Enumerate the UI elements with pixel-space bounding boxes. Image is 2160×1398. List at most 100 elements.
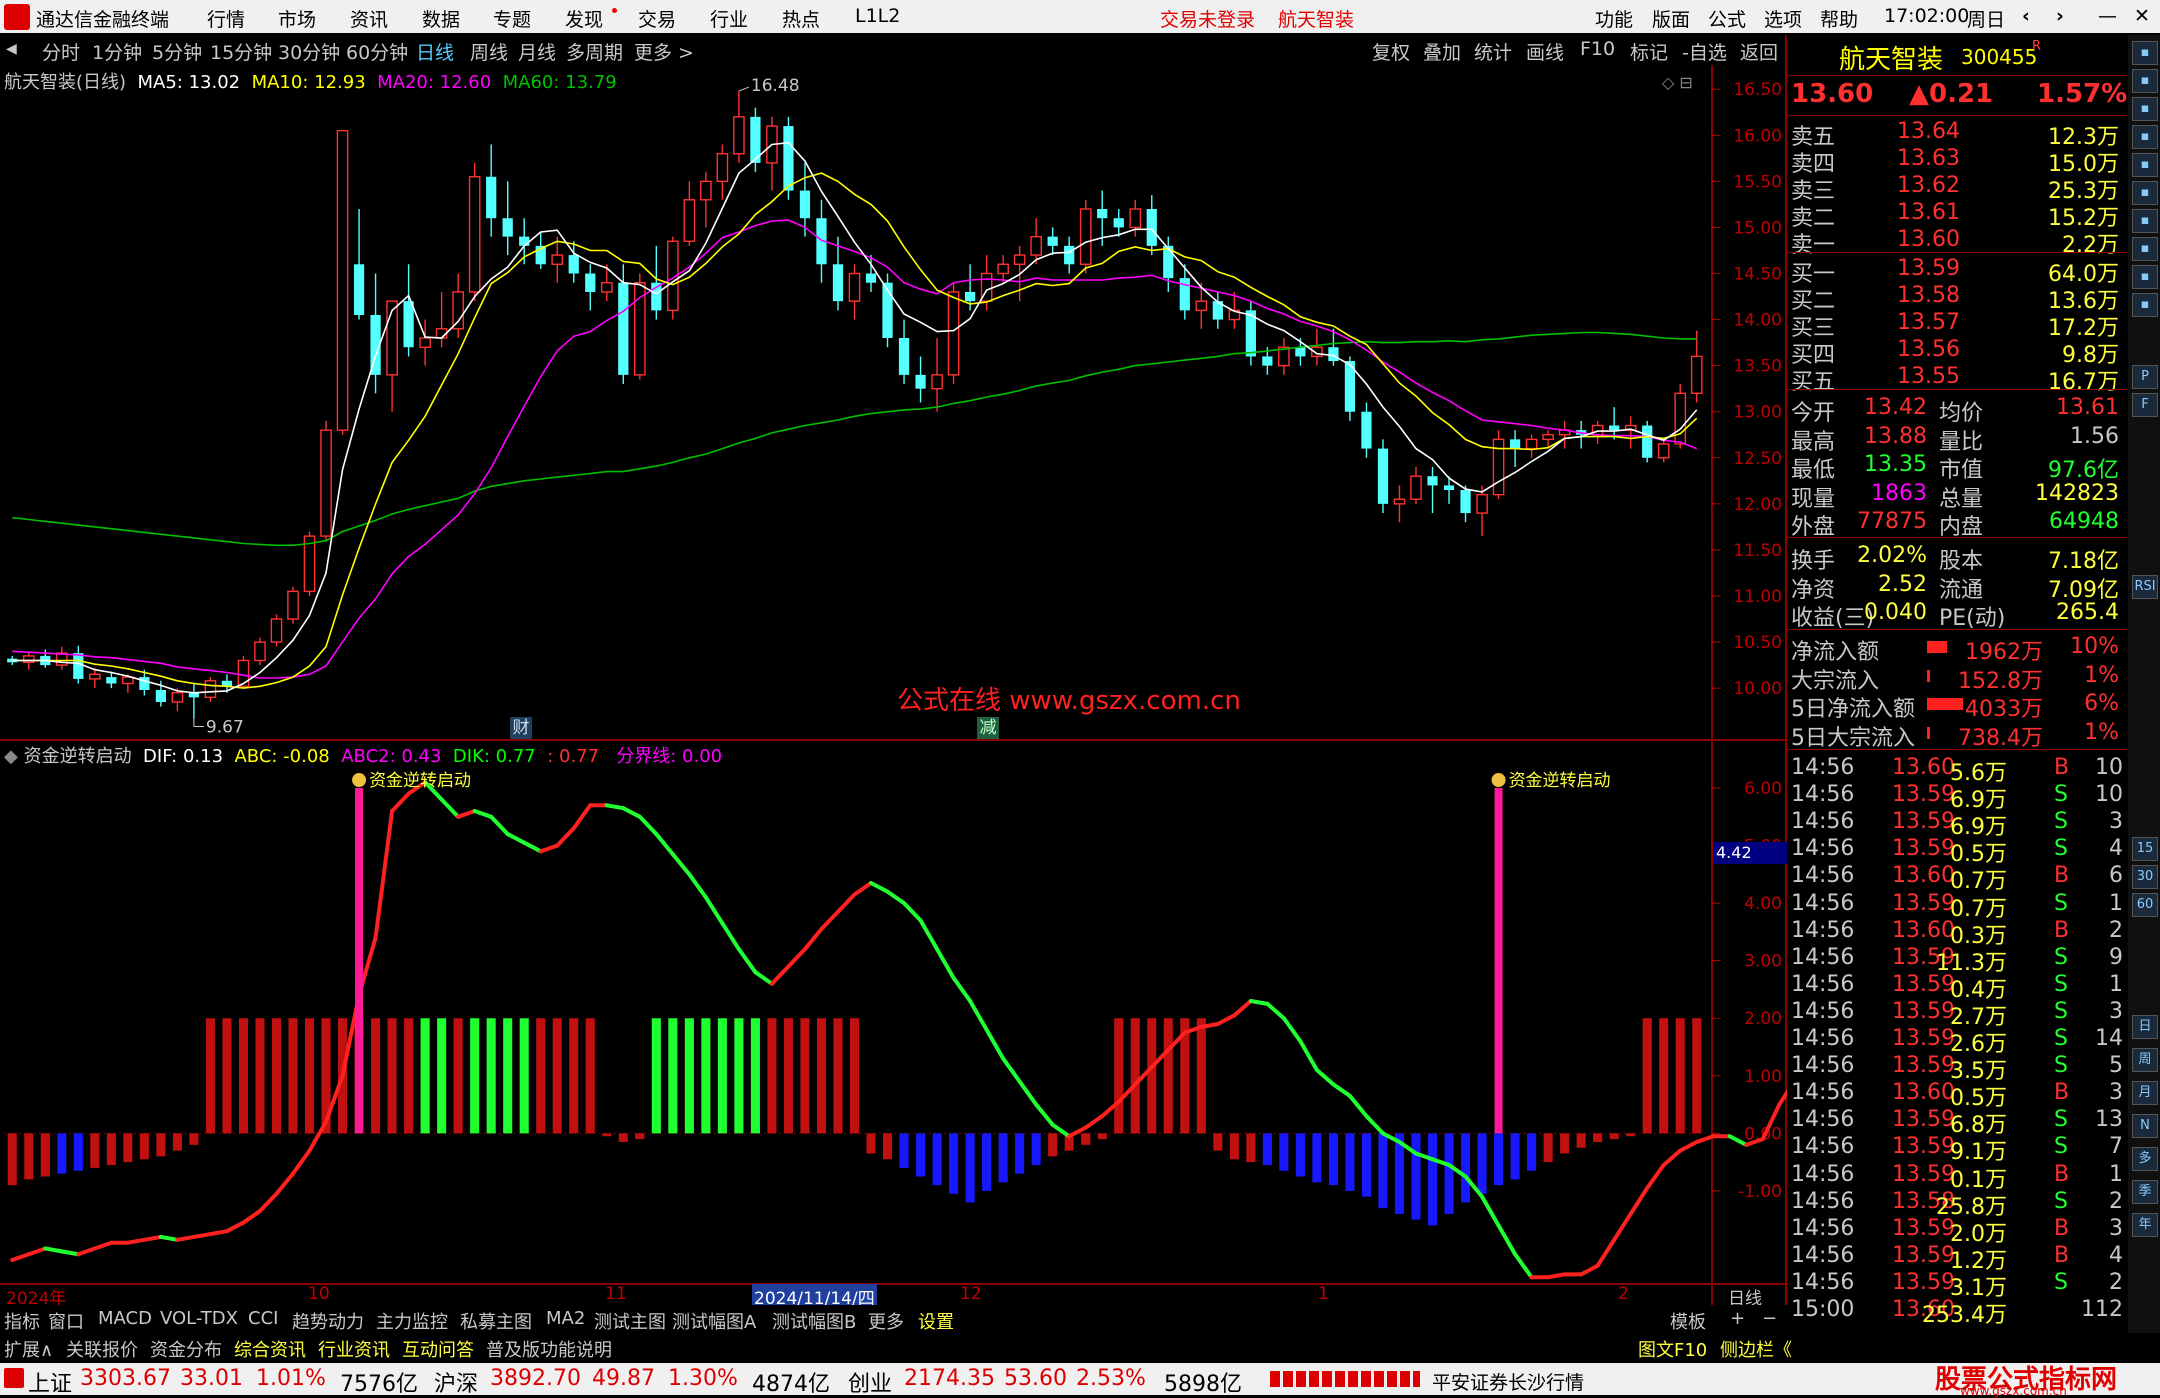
menu-banmian[interactable]: 版面 xyxy=(1652,5,1690,32)
tab-info-3[interactable]: 综合资讯 xyxy=(234,1336,306,1362)
close-icon[interactable]: ✕ xyxy=(2134,5,2150,27)
side-tool-icon[interactable]: ▪ xyxy=(2132,237,2158,261)
btn-tongji[interactable]: 统计 xyxy=(1474,38,1512,65)
date-1: 1 xyxy=(1318,1284,1329,1304)
menu-bangzhu[interactable]: 帮助 xyxy=(1820,5,1858,32)
tf-15min[interactable]: 15分钟 xyxy=(210,38,272,65)
tf-30min[interactable]: 30分钟 xyxy=(278,38,340,65)
tf-1min[interactable]: 1分钟 xyxy=(92,38,142,65)
sz-label[interactable]: 沪深 xyxy=(434,1366,478,1398)
side-tool-icon[interactable]: ▪ xyxy=(2132,265,2158,289)
side-icon-p[interactable]: P xyxy=(2132,365,2158,389)
chart-canvas[interactable]: 16.5016.0015.5015.0014.5014.0013.5013.00… xyxy=(0,65,1787,1305)
sh-label[interactable]: 上证 xyxy=(28,1366,72,1398)
btn-fuquan[interactable]: 复权 xyxy=(1372,38,1410,65)
tf-multi[interactable]: 多周期 xyxy=(566,38,623,65)
tab-indicator-1[interactable]: 窗口 xyxy=(48,1308,84,1334)
side-icon-30[interactable]: 30 xyxy=(2132,865,2158,889)
tab-indicator-13[interactable]: 设置 xyxy=(918,1308,954,1334)
side-icon-季[interactable]: 季 xyxy=(2132,1180,2158,1204)
collapse-icon[interactable]: ◀ xyxy=(6,41,17,57)
indicator-toggle-icon[interactable]: ◆ xyxy=(4,746,18,767)
tab-indicator-5[interactable]: 趋势动力 xyxy=(292,1308,364,1334)
nav-hangqing[interactable]: 行情 xyxy=(207,5,245,32)
nav-redian[interactable]: 热点 xyxy=(782,5,820,32)
nav-faxian[interactable]: 发现 xyxy=(565,5,603,32)
back-arrow-icon[interactable]: ‹ xyxy=(2022,5,2030,27)
event-tag-cai[interactable]: 财 xyxy=(510,717,532,739)
menu-gongshi[interactable]: 公式 xyxy=(1708,5,1746,32)
tab-right-1[interactable]: + xyxy=(1730,1308,1745,1329)
btn-huaxian[interactable]: 画线 xyxy=(1526,38,1564,65)
event-tag-jian[interactable]: 减 xyxy=(977,717,999,739)
side-tool-icon[interactable]: ▪ xyxy=(2132,41,2158,65)
tab-indicator-2[interactable]: MACD xyxy=(98,1308,152,1329)
tab2-right-0[interactable]: 图文F10 xyxy=(1638,1336,1707,1362)
tab-info-2[interactable]: 资金分布 xyxy=(150,1336,222,1362)
menu-xuanxiang[interactable]: 选项 xyxy=(1764,5,1802,32)
stats-row: 现量 1863 总量 142823 xyxy=(1787,481,2127,512)
tf-5min[interactable]: 5分钟 xyxy=(152,38,202,65)
btn-biaoji[interactable]: 标记 xyxy=(1630,38,1668,65)
side-icon-n[interactable]: N xyxy=(2132,1114,2158,1138)
candle-body xyxy=(468,176,481,293)
btn-fanhui[interactable]: 返回 xyxy=(1740,38,1778,65)
tab-indicator-9[interactable]: 测试主图 xyxy=(594,1308,666,1334)
trade-status[interactable]: 交易未登录 xyxy=(1160,5,1255,32)
side-icon-rsi[interactable]: RSI xyxy=(2132,575,2158,599)
nav-shuju[interactable]: 数据 xyxy=(422,5,460,32)
nav-zhuanti[interactable]: 专题 xyxy=(493,5,531,32)
nav-hangye[interactable]: 行业 xyxy=(710,5,748,32)
tab-indicator-3[interactable]: VOL-TDX xyxy=(160,1308,238,1329)
tf-daily[interactable]: 日线 xyxy=(416,38,454,65)
side-icon-日[interactable]: 日 xyxy=(2132,1015,2158,1039)
side-tool-icon[interactable]: ▪ xyxy=(2132,97,2158,121)
side-icon-周[interactable]: 周 xyxy=(2132,1048,2158,1072)
tab-indicator-0[interactable]: 指标 xyxy=(4,1308,40,1334)
tab-info-5[interactable]: 互动问答 xyxy=(402,1336,474,1362)
minimize-icon[interactable]: — xyxy=(2098,5,2117,27)
forward-arrow-icon[interactable]: › xyxy=(2056,5,2064,27)
nav-zixun[interactable]: 资讯 xyxy=(350,5,388,32)
tab-indicator-6[interactable]: 主力监控 xyxy=(376,1308,448,1334)
nav-jiaoyi[interactable]: 交易 xyxy=(638,5,676,32)
nav-l1l2[interactable]: L1L2 xyxy=(855,5,900,27)
side-icon-15[interactable]: 15 xyxy=(2132,837,2158,861)
side-icon-f[interactable]: F xyxy=(2132,393,2158,417)
tab-indicator-12[interactable]: 更多 xyxy=(868,1308,904,1334)
tab-indicator-4[interactable]: CCI xyxy=(248,1308,278,1329)
side-icon-月[interactable]: 月 xyxy=(2132,1081,2158,1105)
tab-indicator-10[interactable]: 测试幅图A xyxy=(672,1308,756,1334)
tab-indicator-7[interactable]: 私募主图 xyxy=(460,1308,532,1334)
btn-zixuan[interactable]: -自选 xyxy=(1682,38,1727,65)
tab-indicator-8[interactable]: MA2 xyxy=(546,1308,585,1329)
menu-gongneng[interactable]: 功能 xyxy=(1595,5,1633,32)
side-tool-icon[interactable]: ▪ xyxy=(2132,153,2158,177)
tab-right-2[interactable]: − xyxy=(1762,1308,1777,1329)
btn-f10[interactable]: F10 xyxy=(1580,38,1615,60)
tab-info-6[interactable]: 普及版功能说明 xyxy=(486,1336,612,1362)
side-tool-icon[interactable]: ▪ xyxy=(2132,209,2158,233)
side-tool-icon[interactable]: ▪ xyxy=(2132,69,2158,93)
tab2-right-1[interactable]: 侧边栏《 xyxy=(1720,1336,1792,1362)
side-icon-年[interactable]: 年 xyxy=(2132,1213,2158,1237)
nav-shichang[interactable]: 市场 xyxy=(278,5,316,32)
tab-indicator-11[interactable]: 测试幅图B xyxy=(772,1308,856,1334)
tf-fenshi[interactable]: 分时 xyxy=(42,38,80,65)
tf-weekly[interactable]: 周线 xyxy=(470,38,508,65)
tf-monthly[interactable]: 月线 xyxy=(518,38,556,65)
tab-right-0[interactable]: 模板 xyxy=(1670,1308,1706,1334)
side-icon-60[interactable]: 60 xyxy=(2132,893,2158,917)
side-icon-多[interactable]: 多 xyxy=(2132,1147,2158,1171)
chart-options-icon[interactable]: ◇ ⊟ xyxy=(1662,73,1693,92)
side-tool-icon[interactable]: ▪ xyxy=(2132,181,2158,205)
cy-label[interactable]: 创业 xyxy=(848,1366,892,1398)
tf-more[interactable]: 更多 > xyxy=(634,38,694,65)
tab-info-0[interactable]: 扩展∧ xyxy=(4,1336,53,1362)
side-tool-icon[interactable]: ▪ xyxy=(2132,293,2158,317)
btn-diejia[interactable]: 叠加 xyxy=(1423,38,1461,65)
tf-60min[interactable]: 60分钟 xyxy=(346,38,408,65)
tab-info-1[interactable]: 关联报价 xyxy=(66,1336,138,1362)
side-tool-icon[interactable]: ▪ xyxy=(2132,125,2158,149)
tab-info-4[interactable]: 行业资讯 xyxy=(318,1336,390,1362)
